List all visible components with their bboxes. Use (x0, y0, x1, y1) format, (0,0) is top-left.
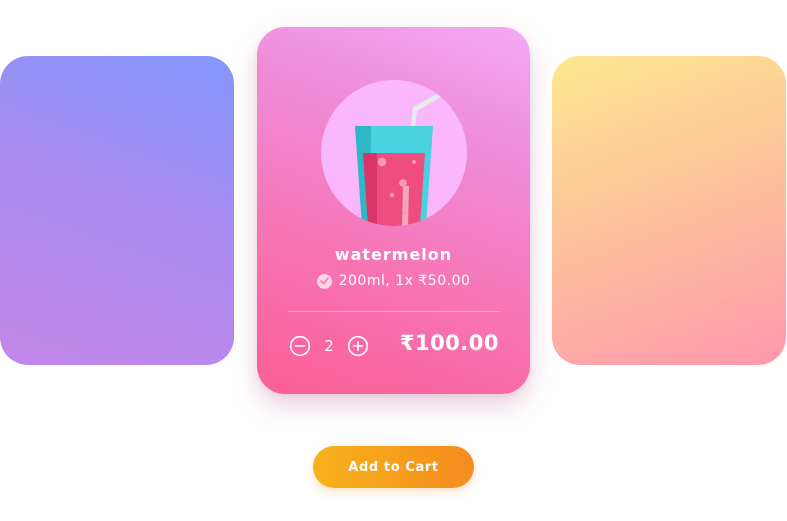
divider (288, 311, 500, 312)
juice-glass-icon (355, 83, 458, 226)
next-product-card[interactable] (552, 56, 786, 365)
product-carousel: watermelon 200ml, 1x ₹50.00 2 ₹100.00 Ad… (0, 0, 787, 521)
check-circle-icon (316, 273, 332, 289)
variant-label: 200ml, 1x ₹50.00 (338, 273, 471, 289)
minus-circle-icon[interactable] (289, 335, 311, 357)
quantity-value: 2 (324, 337, 334, 355)
product-name: watermelon (334, 245, 453, 264)
drink-image (321, 80, 467, 226)
previous-product-card[interactable] (0, 56, 234, 365)
product-variant: 200ml, 1x ₹50.00 (257, 273, 530, 289)
plus-circle-icon[interactable] (347, 335, 369, 357)
add-to-cart-button[interactable]: Add to Cart (313, 446, 474, 488)
active-product-card[interactable]: watermelon 200ml, 1x ₹50.00 2 ₹100.00 (257, 27, 530, 394)
total-price: ₹100.00 (399, 331, 499, 355)
quantity-stepper: 2 (289, 334, 369, 358)
